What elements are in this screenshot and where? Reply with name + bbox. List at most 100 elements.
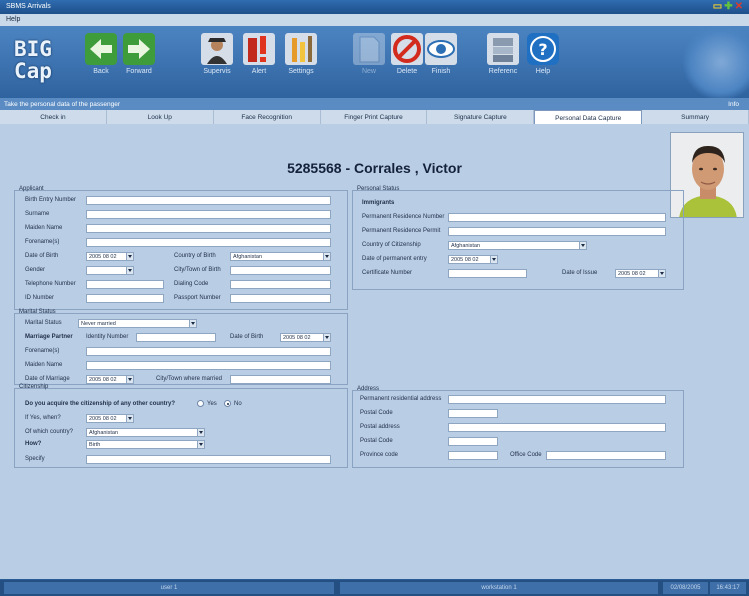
- logo-line-2: Cap: [14, 59, 52, 83]
- menu-help[interactable]: Help: [6, 16, 20, 23]
- if-yes-when-picker[interactable]: 2005 08 02: [86, 414, 134, 423]
- partner-date-of-birth-picker[interactable]: 2005 08 02: [280, 333, 331, 342]
- new-button[interactable]: New: [348, 32, 390, 94]
- birth-entry-number-field[interactable]: [86, 196, 331, 205]
- postal-code-2-field[interactable]: [448, 437, 498, 446]
- minimize-icon[interactable]: ▭: [713, 1, 724, 12]
- country-of-birth-select[interactable]: Afghanistan: [230, 252, 331, 261]
- permanent-residence-number-label: Permanent Residence Number: [362, 214, 445, 220]
- citizenship-yes-radio[interactable]: [197, 400, 204, 407]
- app-logo: BIG Cap: [14, 38, 52, 88]
- permanent-residential-address-field[interactable]: [448, 395, 666, 404]
- supervisor-label: Supervis: [203, 68, 231, 75]
- tab-finger-print-capture[interactable]: Finger Print Capture: [321, 110, 428, 124]
- chevron-down-icon: [323, 334, 330, 341]
- date-of-marriage-picker[interactable]: 2005 08 02: [86, 375, 134, 384]
- status-workstation: workstation 1: [340, 582, 658, 594]
- how-value: Birth: [89, 442, 101, 448]
- date-of-permanent-entry-value: 2005 08 02: [451, 257, 479, 263]
- country-of-citizenship-select[interactable]: Afghanistan: [448, 241, 587, 250]
- status-time: 16:43:17: [710, 582, 746, 594]
- id-number-field[interactable]: [86, 294, 164, 303]
- date-of-issue-value: 2005 08 02: [618, 271, 646, 277]
- postal-code-1-field[interactable]: [448, 409, 498, 418]
- instruction-text: Take the personal data of the passenger: [4, 101, 120, 108]
- personal-status-title: Personal Status: [357, 186, 400, 192]
- province-code-field[interactable]: [448, 451, 498, 460]
- country-of-citizenship-value: Afghanistan: [451, 243, 481, 249]
- tab-signature-capture[interactable]: Signature Capture: [427, 110, 535, 124]
- status-user: user 1: [4, 582, 334, 594]
- supervisor-button[interactable]: Supervis: [196, 32, 238, 94]
- main-panel: 5285568 - Corrales , Victor Applicant Bi…: [0, 124, 749, 579]
- reference-books-icon: [486, 32, 520, 66]
- tab-check-in[interactable]: Check in: [0, 110, 107, 124]
- telephone-field[interactable]: [86, 280, 164, 289]
- date-of-issue-picker[interactable]: 2005 08 02: [615, 269, 666, 278]
- city-married-field[interactable]: [230, 375, 331, 384]
- maximize-icon[interactable]: ✚: [724, 1, 734, 12]
- office-code-field[interactable]: [546, 451, 666, 460]
- title-bar: SBMS Arrivals ▭✚✕: [0, 0, 749, 14]
- office-code-label: Office Code: [510, 452, 542, 458]
- info-link[interactable]: Info: [728, 101, 739, 108]
- which-country-select[interactable]: Afghanistan: [86, 428, 205, 437]
- city-of-birth-field[interactable]: [230, 266, 331, 275]
- forward-button[interactable]: Forward: [118, 32, 160, 94]
- chevron-down-icon: [126, 253, 133, 260]
- identity-number-field[interactable]: [136, 333, 216, 342]
- help-icon: ?: [526, 32, 560, 66]
- close-icon[interactable]: ✕: [735, 1, 745, 12]
- tab-personal-data-capture[interactable]: Personal Data Capture: [534, 110, 643, 124]
- dialing-code-field[interactable]: [230, 280, 331, 289]
- marital-status-select[interactable]: Never married: [78, 319, 197, 328]
- specify-field[interactable]: [86, 455, 331, 464]
- date-of-permanent-entry-label: Date of permanent entry: [362, 256, 427, 262]
- window-title: SBMS Arrivals: [6, 3, 51, 10]
- surname-field[interactable]: [86, 210, 331, 219]
- tab-face-recognition[interactable]: Face Recognition: [214, 110, 321, 124]
- reference-button[interactable]: Referenc: [482, 32, 524, 94]
- telephone-label: Telephone Number: [25, 281, 76, 287]
- status-bar: user 1 workstation 1 02/08/2005 16:43:17: [0, 580, 749, 596]
- forenames-field[interactable]: [86, 238, 331, 247]
- finish-label: Finish: [431, 68, 451, 75]
- date-of-birth-picker[interactable]: 2005 08 02: [86, 252, 134, 261]
- marriage-partner-label: Marriage Partner: [25, 334, 73, 340]
- certificate-number-field[interactable]: [448, 269, 527, 278]
- alert-button[interactable]: Alert: [238, 32, 280, 94]
- help-button[interactable]: ? Help: [522, 32, 564, 94]
- citizenship-no-label: No: [234, 401, 242, 407]
- citizenship-no-radio[interactable]: [224, 400, 231, 407]
- date-of-marriage-value: 2005 08 02: [89, 377, 117, 383]
- gender-select[interactable]: [86, 266, 134, 275]
- settings-button[interactable]: Settings: [280, 32, 322, 94]
- back-button[interactable]: Back: [80, 32, 122, 94]
- permanent-residence-number-field[interactable]: [448, 213, 666, 222]
- tab-summary[interactable]: Summary: [642, 110, 749, 124]
- permanent-residence-permit-field[interactable]: [448, 227, 666, 236]
- partner-forenames-field[interactable]: [86, 347, 331, 356]
- chevron-down-icon: [189, 320, 196, 327]
- permanent-residence-permit-label: Permanent Residence Permit: [362, 228, 441, 234]
- status-date: 02/08/2005: [663, 582, 708, 594]
- chevron-down-icon: [126, 267, 133, 274]
- settings-icon: [284, 32, 318, 66]
- back-label: Back: [93, 68, 109, 75]
- other-citizenship-question: Do you acquire the citizenship of any ot…: [25, 401, 176, 407]
- postal-address-field[interactable]: [448, 423, 666, 432]
- postal-code-2-label: Postal Code: [360, 438, 393, 444]
- partner-maiden-name-field[interactable]: [86, 361, 331, 370]
- how-select[interactable]: Birth: [86, 440, 205, 449]
- maiden-name-field[interactable]: [86, 224, 331, 233]
- help-label: Help: [535, 68, 551, 75]
- finish-button[interactable]: Finish: [420, 32, 462, 94]
- passport-number-label: Passport Number: [174, 295, 221, 301]
- chevron-down-icon: [197, 441, 204, 448]
- tab-look-up[interactable]: Look Up: [107, 110, 214, 124]
- maiden-name-label: Maiden Name: [25, 225, 63, 231]
- date-of-permanent-entry-picker[interactable]: 2005 08 02: [448, 255, 498, 264]
- logo-line-1: BIG: [14, 37, 52, 61]
- surname-label: Surname: [25, 211, 50, 217]
- passport-number-field[interactable]: [230, 294, 331, 303]
